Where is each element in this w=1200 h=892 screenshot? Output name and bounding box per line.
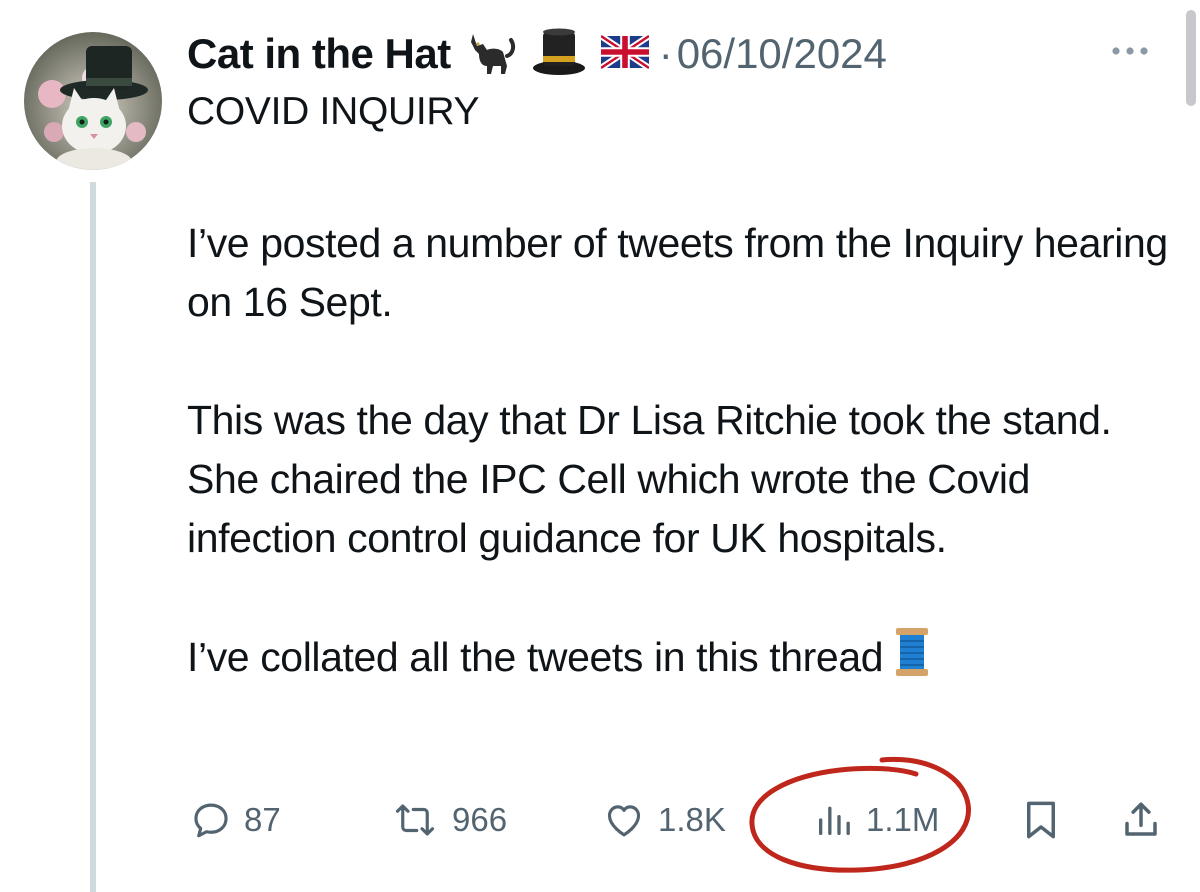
reply-button[interactable]: 87	[190, 790, 281, 850]
cat-icon	[465, 26, 517, 83]
spool-of-thread-icon	[895, 627, 929, 693]
annotation-circle	[748, 752, 978, 887]
avatar[interactable]	[24, 32, 162, 170]
reply-count: 87	[244, 801, 281, 838]
tweet-paragraph-text: I’ve collated all the tweets in this thr…	[187, 634, 884, 680]
thread-connector-line	[90, 182, 96, 892]
tweet-header: Cat in the Hat · 06/10/2024	[187, 24, 887, 84]
bookmark-icon	[1027, 801, 1055, 839]
author-display-name[interactable]: Cat in the Hat	[187, 30, 451, 78]
repost-count: 966	[452, 801, 508, 838]
uk-flag-icon	[598, 32, 651, 74]
tweet-date[interactable]: 06/10/2024	[677, 30, 887, 78]
tweet-paragraph: I’ve posted a number of tweets from the …	[187, 220, 1168, 325]
top-hat-icon	[531, 26, 587, 83]
share-icon	[1125, 802, 1157, 836]
tweet-paragraph-last: I’ve collated all the tweets in this thr…	[187, 627, 1187, 693]
scrollbar-thumb[interactable]	[1186, 10, 1196, 106]
share-button[interactable]	[1120, 790, 1162, 850]
bookmark-button[interactable]	[1022, 790, 1060, 850]
tweet-body: I’ve posted a number of tweets from the …	[187, 214, 1187, 693]
tweet-subtitle: COVID INQUIRY	[187, 90, 480, 133]
date-separator: ·	[658, 30, 673, 77]
like-count: 1.8K	[658, 801, 726, 838]
like-button[interactable]: 1.8K	[602, 790, 726, 850]
reply-icon	[194, 803, 228, 838]
tweet-paragraph: This was the day that Dr Lisa Ritchie to…	[187, 397, 1112, 561]
heart-icon	[607, 805, 641, 837]
more-options-icon[interactable]	[1110, 44, 1150, 62]
tweet-action-bar: 87 966 1.8K 1.1M	[190, 790, 1170, 850]
repost-button[interactable]: 966	[390, 790, 507, 850]
repost-icon	[395, 804, 435, 836]
